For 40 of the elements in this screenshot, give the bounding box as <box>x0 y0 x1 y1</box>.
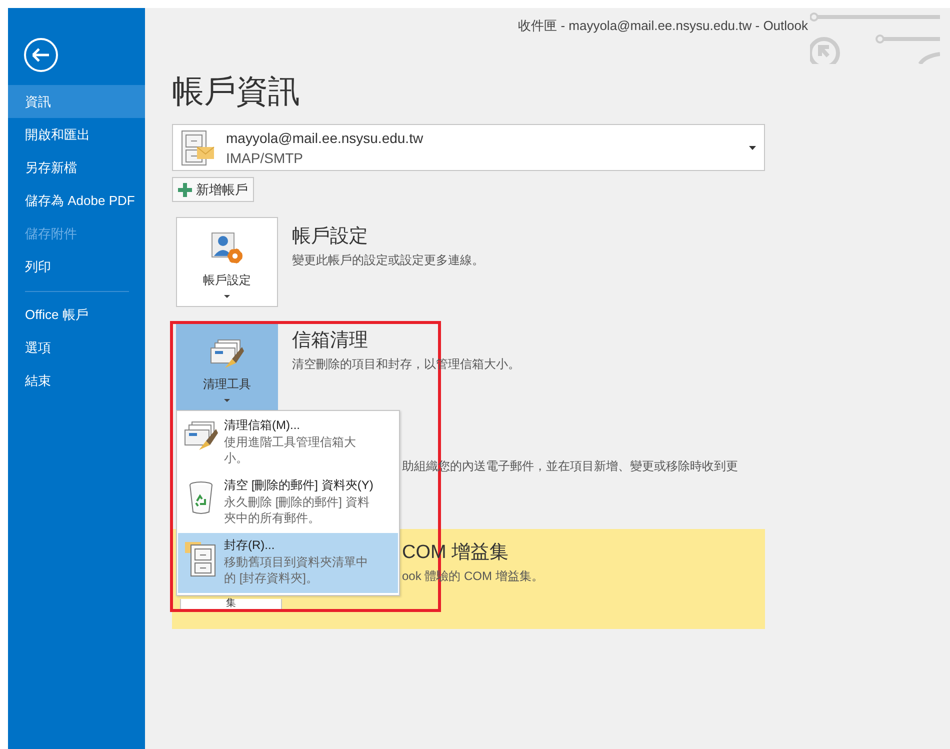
menu-item-title: 清理信箱(M)... <box>224 417 301 434</box>
page-title: 帳戶資訊 <box>172 72 301 111</box>
menu-item[interactable]: 清空 [刪除的郵件] 資料夾(Y) 永久刪除 [刪除的郵件] 資料夾中的所有郵件。 <box>178 473 398 533</box>
account-email: mayyola@mail.ee.nsysu.edu.tw <box>226 128 424 148</box>
caret-icon <box>224 295 230 298</box>
tool-button[interactable]: 帳戶設定 <box>176 217 278 307</box>
section-title: 信箱清理 <box>292 329 369 353</box>
sidebar-item[interactable]: Office 帳戶 <box>8 298 145 331</box>
section-title: 帳戶設定 <box>292 225 369 249</box>
envelopes-brush-icon <box>184 421 218 451</box>
section-description: 變更此帳戶的設定或設定更多連線。 <box>292 252 484 269</box>
sidebar-item[interactable]: 資訊 <box>8 85 145 118</box>
menu-item-title: 清空 [刪除的郵件] 資料夾(Y) <box>224 477 374 494</box>
menu-item[interactable]: 封存(R)... 移動舊項目到資料夾清單中的 [封存資料夾]。 <box>178 533 398 593</box>
back-button[interactable] <box>23 37 59 73</box>
caret-icon <box>749 146 756 150</box>
account-settings-icon <box>210 231 244 265</box>
recycle-bin-icon <box>188 481 214 515</box>
tool-button[interactable]: 清理工具 <box>176 321 278 411</box>
account-dropdown[interactable]: mayyola@mail.ee.nsysu.edu.tw IMAP/SMTP <box>172 124 765 171</box>
envelopes-brush-icon <box>210 339 244 369</box>
menu-item-description: 移動舊項目到資料夾清單中的 [封存資料夾]。 <box>224 554 369 586</box>
sidebar-item[interactable]: 儲存為 Adobe PDF <box>8 184 145 217</box>
menu-item-description: 使用進階工具管理信箱大小。 <box>224 434 357 466</box>
menu-item-title: 封存(R)... <box>224 537 276 554</box>
menu-item-description: 永久刪除 [刪除的郵件] 資料夾中的所有郵件。 <box>224 494 370 526</box>
tool-button[interactable]: 集 <box>180 599 282 609</box>
add-account-button[interactable]: 新增帳戶 <box>172 177 254 202</box>
caret-icon <box>224 399 230 402</box>
sidebar-item[interactable]: 列印 <box>8 250 145 283</box>
menu-item[interactable]: 清理信箱(M)... 使用進階工具管理信箱大小。 <box>178 413 398 473</box>
archive-cabinet-icon <box>185 541 217 577</box>
sidebar-item[interactable]: 另存新檔 <box>8 151 145 184</box>
window-title: 收件匣 - mayyola@mail.ee.nsysu.edu.tw - Outlook <box>518 17 808 35</box>
plus-icon <box>178 182 192 196</box>
sidebar-item[interactable]: 選項 <box>8 331 145 364</box>
sidebar-item[interactable]: 結束 <box>8 364 145 397</box>
file-cabinet-icon <box>181 130 215 166</box>
sidebar-item[interactable]: 開啟和匯出 <box>8 118 145 151</box>
account-type: IMAP/SMTP <box>226 148 304 168</box>
